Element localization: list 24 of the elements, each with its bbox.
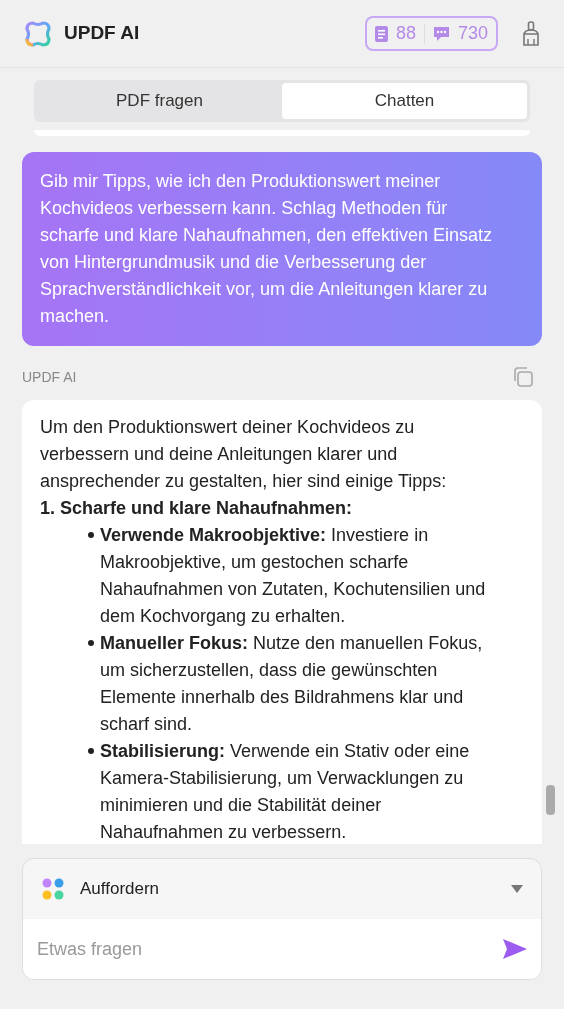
chat-icon xyxy=(432,25,450,42)
copy-icon[interactable] xyxy=(512,366,534,388)
chat-count: 730 xyxy=(457,22,488,45)
bullet-text: Manueller Fokus: Nutze den manuellen Fokus, um sicherzustellen, dass die gewünschten Elemente innerhalb des Bildrahmens klar und scharf sind. xyxy=(100,632,484,736)
app-title: UPDF AI xyxy=(64,21,140,46)
dots-icon xyxy=(41,877,65,901)
bullet-text: Verwende Makroobjektive: Investiere in Makroobjektive, um gestochen scharfe Nahaufnahmen von Zutaten, Kochutensilien und dem Kochvorgang zu erhalten. xyxy=(100,524,487,628)
pdf-count: 88 xyxy=(395,22,416,45)
send-icon[interactable] xyxy=(503,939,527,959)
question-field[interactable]: Etwas fragen xyxy=(23,919,541,979)
prompt-selector[interactable]: Auffordern xyxy=(23,859,541,919)
user-message: Gib mir Tipps, wie ich den Produktionswert meiner Kochvideos verbessern kann. Schlag Methoden für scharfe und klare Nahaufnahmen, den effektiven Einsatz von Hintergrundmusik und die Verbesserung der Sprachverständlichkeit vor, um die Anleitungen klarer zu machen. xyxy=(22,152,542,346)
tab[interactable]: Chatten xyxy=(282,83,527,119)
broom-icon[interactable] xyxy=(522,20,540,47)
scrollbar-thumb[interactable] xyxy=(546,785,555,815)
document-icon xyxy=(374,25,388,42)
question-input[interactable]: Etwas fragen xyxy=(37,935,503,963)
answer-intro: Um den Produktionswert deiner Kochvideos zu verbessern und deine Anleitungen klarer und ansprechender zu gestalten, hier sind einige Tipps: xyxy=(40,416,448,493)
section-heading: 1. Scharfe und klare Nahaufnahmen: xyxy=(40,497,354,520)
logo-icon xyxy=(24,19,52,48)
caret-icon xyxy=(511,885,523,893)
bullet-text: Stabilisierung: Verwende ein Stativ oder eine Kamera-Stabilisierung, um Verwacklungen zu minimieren und die Stabilität deiner Nahaufnahmen zu verbessern. xyxy=(100,740,471,844)
reply-label: UPDF AI xyxy=(22,367,77,387)
tab[interactable]: PDF fragen xyxy=(37,83,282,119)
